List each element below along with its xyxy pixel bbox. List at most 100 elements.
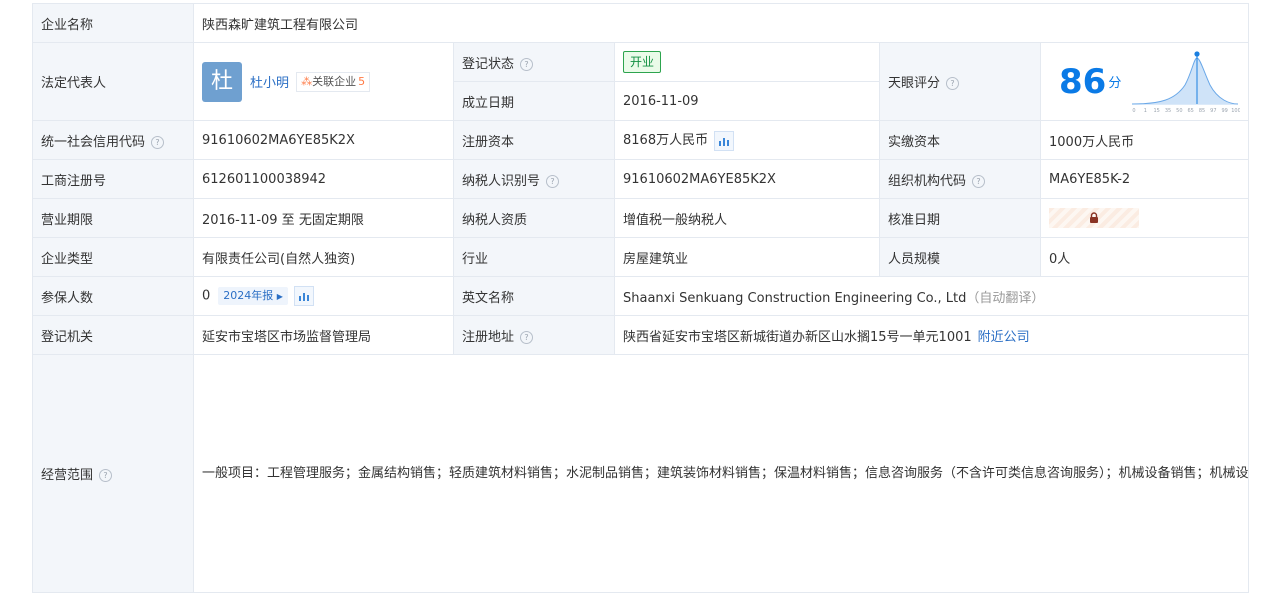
capital-chart-icon[interactable] — [714, 130, 735, 151]
help-icon[interactable]: ? — [520, 330, 534, 344]
locked-value[interactable] — [1049, 208, 1139, 228]
status-badge: 开业 — [623, 51, 662, 73]
legal-rep-cell: 杜杜小明 ⁂关联企业 5 — [193, 42, 454, 121]
credit-code-label: 统一社会信用代码? — [32, 120, 194, 160]
related-count: 5 — [358, 74, 366, 88]
company-info-table: 企业名称 陕西森旷建筑工程有限公司 法定代表人 杜杜小明 ⁂关联企业 5 登记状态… — [32, 3, 1250, 593]
row-company-name: 企业名称 陕西森旷建筑工程有限公司 — [32, 3, 1250, 43]
row-reg-authority: 登记机关 延安市宝塔区市场监督管理局 注册地址? 陕西省延安市宝塔区新城街道办新… — [32, 315, 1250, 355]
english-name-value: Shaanxi Senkuang Construction Engineerin… — [623, 290, 967, 306]
chart-tick-label: 99 — [1222, 108, 1228, 114]
legal-rep-name-link[interactable]: 杜小明 — [250, 76, 289, 91]
tianyan-score-label: 天眼评分? — [879, 42, 1041, 121]
reg-capital-label: 注册资本 — [453, 120, 615, 160]
company-type-value: 有限责任公司(自然人独资) — [193, 237, 454, 277]
reg-capital-cell: 8168万人民币 — [614, 120, 880, 160]
row-company-type: 企业类型 有限责任公司(自然人独资) 行业 房屋建筑业 人员规模 0人 — [32, 237, 1250, 277]
legal-rep-label: 法定代表人 — [32, 42, 194, 121]
annual-report-dropdown[interactable]: 2024年报 ▶ — [218, 287, 288, 305]
credit-code-value: 91610602MA6YE85K2X — [193, 120, 454, 160]
company-type-label: 企业类型 — [32, 237, 194, 277]
chart-tick-label: 50 — [1176, 108, 1182, 114]
approve-date-cell — [1039, 198, 1250, 238]
chart-tick-label: 97 — [1210, 108, 1216, 114]
chart-tick-label: 65 — [1188, 108, 1194, 114]
english-name-cell: Shaanxi Senkuang Construction Engineerin… — [613, 276, 1250, 316]
biz-reg-no-label: 工商注册号 — [32, 159, 194, 199]
org-code-label: 组织机构代码? — [879, 159, 1041, 199]
paid-capital-value: 1000万人民币 — [1039, 120, 1250, 160]
insured-label: 参保人数 — [32, 276, 194, 316]
reg-address-label-text: 注册地址 — [462, 329, 515, 345]
lock-icon — [1090, 212, 1098, 223]
chart-tick-label: 35 — [1165, 108, 1171, 114]
tianyan-score-cell[interactable]: 86 分 0 1 15 35 50 65 85 97 99 100 — [1039, 42, 1250, 121]
nearby-companies-link[interactable]: 附近公司 — [978, 330, 1030, 345]
reg-address-value: 陕西省延安市宝塔区新城街道办新区山水搁15号一单元1001 — [623, 329, 972, 345]
found-date-label: 成立日期 — [453, 81, 615, 121]
row-biz-term: 营业期限 2016-11-09 至 无固定期限 纳税人资质 增值税一般纳税人 核… — [32, 198, 1250, 238]
chart-tick-label: 1 — [1144, 108, 1147, 114]
chart-tick-label: 100 — [1231, 108, 1240, 114]
business-scope-value: 一般项目：工程管理服务；金属结构销售；轻质建筑材料销售；水泥制品销售；建筑装饰材… — [192, 354, 1250, 593]
company-info-panel: 企业名称 陕西森旷建筑工程有限公司 法定代表人 杜杜小明 ⁂关联企业 5 登记状态… — [0, 0, 1267, 598]
related-label: 关联企业 — [312, 74, 357, 88]
caret-right-icon: ▶ — [276, 292, 283, 301]
related-network-icon: ⁂ — [301, 74, 313, 88]
row-credit-code: 统一社会信用代码? 91610602MA6YE85K2X 注册资本 8168万人… — [32, 120, 1250, 160]
reg-status-cell: 开业 — [614, 42, 880, 82]
taxpayer-qual-label: 纳税人资质 — [453, 198, 615, 238]
row-legal-rep: 法定代表人 杜杜小明 ⁂关联企业 5 登记状态? 开业 天眼评分? 86 分 0 1 1… — [32, 42, 1250, 121]
biz-term-label: 营业期限 — [32, 198, 194, 238]
staff-size-value: 0人 — [1039, 237, 1250, 277]
biz-term-value: 2016-11-09 至 无固定期限 — [193, 198, 454, 238]
org-code-value: MA6YE85K-2 — [1039, 159, 1250, 199]
score-distribution-chart: 0 1 15 35 50 65 85 97 99 100 — [1132, 51, 1240, 114]
paid-capital-label: 实缴资本 — [879, 120, 1041, 160]
distribution-area — [1132, 58, 1239, 104]
score-unit: 分 — [1108, 76, 1122, 91]
row-business-scope: 经营范围? 一般项目：工程管理服务；金属结构销售；轻质建筑材料销售；水泥制品销售… — [32, 354, 1250, 593]
industry-label: 行业 — [453, 237, 615, 277]
staff-size-label: 人员规模 — [879, 237, 1041, 277]
company-name-label: 企业名称 — [32, 3, 194, 43]
english-name-label: 英文名称 — [453, 276, 615, 316]
help-icon[interactable]: ? — [520, 57, 534, 71]
auto-translate-note: （自动翻译） — [966, 290, 1045, 306]
biz-reg-no-value: 612601100038942 — [193, 159, 454, 199]
insured-chart-icon[interactable] — [293, 286, 314, 306]
help-icon[interactable]: ? — [151, 135, 165, 149]
credit-code-label-text: 统一社会信用代码 — [41, 134, 146, 150]
help-icon[interactable]: ? — [99, 469, 113, 482]
chart-tick-label: 85 — [1199, 108, 1205, 114]
reg-capital-value: 8168万人民币 — [623, 133, 709, 149]
company-name-value: 陕西森旷建筑工程有限公司 — [192, 3, 1250, 43]
help-icon[interactable]: ? — [946, 77, 960, 90]
chart-tick-label: 0 — [1132, 108, 1135, 114]
found-date-value: 2016-11-09 — [614, 81, 880, 121]
insured-cell: 0 2024年报 ▶ — [193, 276, 454, 316]
help-icon[interactable]: ? — [972, 174, 986, 188]
tianyan-score-label-text: 天眼评分 — [888, 76, 941, 91]
reg-authority-value: 延安市宝塔区市场监督管理局 — [193, 315, 454, 355]
business-scope-label-text: 经营范围 — [41, 468, 94, 483]
chart-axis-ticks: 0 1 15 35 50 65 85 97 99 100 — [1132, 108, 1240, 114]
chart-tick-label: 15 — [1154, 108, 1160, 114]
row-insured: 参保人数 0 2024年报 ▶ 英文名称 Shaanxi Senkuang Con… — [32, 276, 1250, 316]
industry-value: 房屋建筑业 — [614, 237, 880, 277]
row-biz-reg: 工商注册号 612601100038942 纳税人识别号? 91610602MA… — [32, 159, 1250, 199]
avatar[interactable]: 杜 — [202, 61, 242, 102]
reg-authority-label: 登记机关 — [32, 315, 194, 355]
taxpayer-id-value: 91610602MA6YE85K2X — [614, 159, 880, 199]
score-marker-dot — [1194, 51, 1200, 57]
reg-address-label: 注册地址? — [453, 315, 615, 355]
taxpayer-id-label: 纳税人识别号? — [453, 159, 615, 199]
reg-status-label-text: 登记状态 — [462, 56, 515, 72]
annual-report-label: 2024年报 — [223, 289, 274, 302]
related-companies-button[interactable]: ⁂关联企业 5 — [296, 71, 371, 92]
help-icon[interactable]: ? — [546, 174, 560, 188]
reg-status-label: 登记状态? — [453, 42, 615, 82]
insured-value: 0 — [202, 288, 211, 304]
score-value: 86 — [1059, 61, 1107, 102]
taxpayer-qual-value: 增值税一般纳税人 — [614, 198, 880, 238]
